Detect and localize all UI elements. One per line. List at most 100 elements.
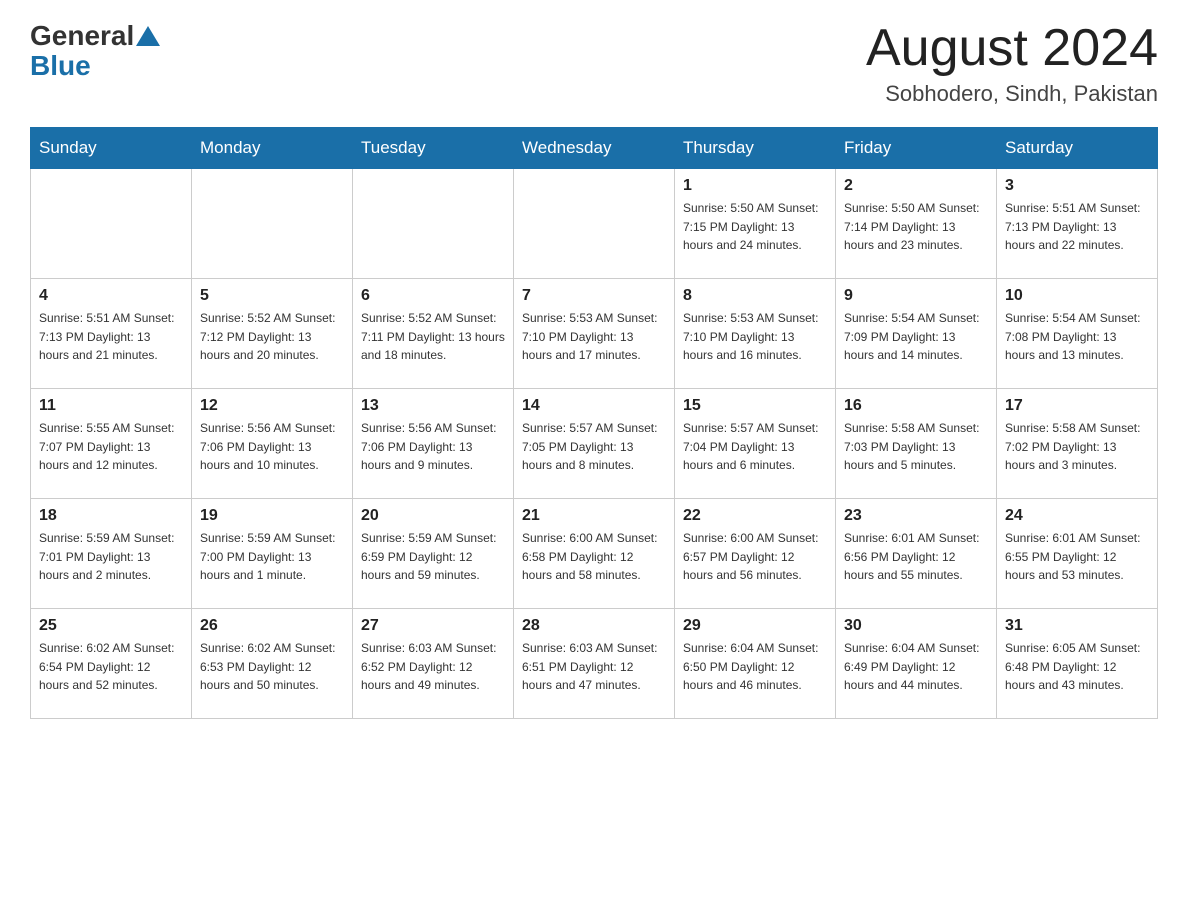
calendar-week-row: 18 Sunrise: 5:59 AM Sunset: 7:01 PM Dayli… — [31, 499, 1158, 609]
month-title: August 2024 — [866, 20, 1158, 77]
calendar-cell: 11 Sunrise: 5:55 AM Sunset: 7:07 PM Dayli… — [31, 389, 192, 499]
day-of-week-header: Tuesday — [353, 128, 514, 169]
calendar-cell: 1Sunrise: 5:50 AM Sunset: 7:15 PM Daylig… — [675, 169, 836, 279]
calendar-cell: 7 Sunrise: 5:53 AM Sunset: 7:10 PM Daylig… — [514, 279, 675, 389]
calendar-cell: 4 Sunrise: 5:51 AM Sunset: 7:13 PM Daylig… — [31, 279, 192, 389]
day-number: 4 — [39, 287, 183, 305]
calendar-cell: 9Sunrise: 5:54 AM Sunset: 7:09 PM Daylig… — [836, 279, 997, 389]
day-of-week-header: Monday — [192, 128, 353, 169]
day-number: 16 — [844, 397, 988, 415]
day-of-week-header: Sunday — [31, 128, 192, 169]
calendar-week-row: 25 Sunrise: 6:02 AM Sunset: 6:54 PM Dayli… — [31, 609, 1158, 719]
calendar-cell: 8Sunrise: 5:53 AM Sunset: 7:10 PM Daylig… — [675, 279, 836, 389]
day-info: Sunrise: 6:00 AM Sunset: 6:57 PM Dayligh… — [683, 529, 827, 585]
day-info: Sunrise: 5:57 AM Sunset: 7:05 PM Dayligh… — [522, 419, 666, 475]
calendar-cell: 10 Sunrise: 5:54 AM Sunset: 7:08 PM Dayli… — [997, 279, 1158, 389]
day-info: Sunrise: 5:56 AM Sunset: 7:06 PM Dayligh… — [361, 419, 505, 475]
day-info: Sunrise: 5:58 AM Sunset: 7:03 PM Dayligh… — [844, 419, 988, 475]
day-info: Sunrise: 5:51 AM Sunset: 7:13 PM Dayligh… — [39, 309, 183, 365]
day-number: 25 — [39, 617, 183, 635]
day-number: 6 — [361, 287, 505, 305]
calendar-cell: 27 Sunrise: 6:03 AM Sunset: 6:52 PM Dayli… — [353, 609, 514, 719]
calendar-cell — [514, 169, 675, 279]
calendar-cell: 17 Sunrise: 5:58 AM Sunset: 7:02 PM Dayli… — [997, 389, 1158, 499]
logo-blue-text: Blue — [30, 50, 91, 82]
calendar-table: SundayMondayTuesdayWednesdayThursdayFrid… — [30, 127, 1158, 719]
day-number: 1 — [683, 177, 827, 195]
calendar-cell: 29 Sunrise: 6:04 AM Sunset: 6:50 PM Dayli… — [675, 609, 836, 719]
calendar-cell: 21Sunrise: 6:00 AM Sunset: 6:58 PM Dayli… — [514, 499, 675, 609]
day-info: Sunrise: 6:01 AM Sunset: 6:56 PM Dayligh… — [844, 529, 988, 585]
day-number: 8 — [683, 287, 827, 305]
title-block: August 2024 Sobhodero, Sindh, Pakistan — [866, 20, 1158, 107]
day-info: Sunrise: 5:58 AM Sunset: 7:02 PM Dayligh… — [1005, 419, 1149, 475]
calendar-cell: 15 Sunrise: 5:57 AM Sunset: 7:04 PM Dayli… — [675, 389, 836, 499]
calendar-cell: 23 Sunrise: 6:01 AM Sunset: 6:56 PM Dayli… — [836, 499, 997, 609]
day-of-week-header: Thursday — [675, 128, 836, 169]
day-number: 14 — [522, 397, 666, 415]
day-info: Sunrise: 6:00 AM Sunset: 6:58 PM Dayligh… — [522, 529, 666, 585]
day-info: Sunrise: 5:51 AM Sunset: 7:13 PM Dayligh… — [1005, 199, 1149, 255]
day-info: Sunrise: 6:03 AM Sunset: 6:51 PM Dayligh… — [522, 639, 666, 695]
day-number: 18 — [39, 507, 183, 525]
header-row: SundayMondayTuesdayWednesdayThursdayFrid… — [31, 128, 1158, 169]
calendar-cell: 16 Sunrise: 5:58 AM Sunset: 7:03 PM Dayli… — [836, 389, 997, 499]
day-of-week-header: Friday — [836, 128, 997, 169]
day-number: 2 — [844, 177, 988, 195]
day-number: 3 — [1005, 177, 1149, 195]
calendar-cell: 22 Sunrise: 6:00 AM Sunset: 6:57 PM Dayli… — [675, 499, 836, 609]
day-info: Sunrise: 5:52 AM Sunset: 7:12 PM Dayligh… — [200, 309, 344, 365]
calendar-week-row: 11 Sunrise: 5:55 AM Sunset: 7:07 PM Dayli… — [31, 389, 1158, 499]
day-number: 20 — [361, 507, 505, 525]
calendar-week-row: 4 Sunrise: 5:51 AM Sunset: 7:13 PM Daylig… — [31, 279, 1158, 389]
calendar-cell: 19Sunrise: 5:59 AM Sunset: 7:00 PM Dayli… — [192, 499, 353, 609]
day-info: Sunrise: 5:55 AM Sunset: 7:07 PM Dayligh… — [39, 419, 183, 475]
day-number: 27 — [361, 617, 505, 635]
calendar-cell: 3 Sunrise: 5:51 AM Sunset: 7:13 PM Daylig… — [997, 169, 1158, 279]
calendar-cell — [31, 169, 192, 279]
calendar-cell: 14 Sunrise: 5:57 AM Sunset: 7:05 PM Dayli… — [514, 389, 675, 499]
day-info: Sunrise: 5:56 AM Sunset: 7:06 PM Dayligh… — [200, 419, 344, 475]
day-number: 24 — [1005, 507, 1149, 525]
calendar-cell: 24Sunrise: 6:01 AM Sunset: 6:55 PM Dayli… — [997, 499, 1158, 609]
calendar-cell: 30Sunrise: 6:04 AM Sunset: 6:49 PM Dayli… — [836, 609, 997, 719]
day-number: 22 — [683, 507, 827, 525]
day-info: Sunrise: 6:04 AM Sunset: 6:50 PM Dayligh… — [683, 639, 827, 695]
calendar-cell: 18 Sunrise: 5:59 AM Sunset: 7:01 PM Dayli… — [31, 499, 192, 609]
day-info: Sunrise: 6:03 AM Sunset: 6:52 PM Dayligh… — [361, 639, 505, 695]
day-info: Sunrise: 5:54 AM Sunset: 7:08 PM Dayligh… — [1005, 309, 1149, 365]
location-text: Sobhodero, Sindh, Pakistan — [866, 81, 1158, 107]
day-number: 31 — [1005, 617, 1149, 635]
day-info: Sunrise: 5:50 AM Sunset: 7:14 PM Dayligh… — [844, 199, 988, 255]
day-info: Sunrise: 6:02 AM Sunset: 6:54 PM Dayligh… — [39, 639, 183, 695]
day-info: Sunrise: 5:52 AM Sunset: 7:11 PM Dayligh… — [361, 309, 505, 365]
day-number: 11 — [39, 397, 183, 415]
logo-general-text: General — [30, 20, 134, 52]
day-number: 17 — [1005, 397, 1149, 415]
page-header: General Blue August 2024 Sobhodero, Sind… — [30, 20, 1158, 107]
day-number: 10 — [1005, 287, 1149, 305]
calendar-cell: 20 Sunrise: 5:59 AM Sunset: 6:59 PM Dayli… — [353, 499, 514, 609]
day-number: 9 — [844, 287, 988, 305]
day-number: 26 — [200, 617, 344, 635]
day-number: 15 — [683, 397, 827, 415]
calendar-cell: 12 Sunrise: 5:56 AM Sunset: 7:06 PM Dayli… — [192, 389, 353, 499]
day-number: 5 — [200, 287, 344, 305]
calendar-cell: 31Sunrise: 6:05 AM Sunset: 6:48 PM Dayli… — [997, 609, 1158, 719]
calendar-cell: 13Sunrise: 5:56 AM Sunset: 7:06 PM Dayli… — [353, 389, 514, 499]
day-number: 19 — [200, 507, 344, 525]
day-number: 29 — [683, 617, 827, 635]
calendar-cell — [192, 169, 353, 279]
day-info: Sunrise: 5:57 AM Sunset: 7:04 PM Dayligh… — [683, 419, 827, 475]
day-info: Sunrise: 6:02 AM Sunset: 6:53 PM Dayligh… — [200, 639, 344, 695]
day-number: 23 — [844, 507, 988, 525]
day-number: 7 — [522, 287, 666, 305]
day-of-week-header: Saturday — [997, 128, 1158, 169]
day-info: Sunrise: 5:59 AM Sunset: 6:59 PM Dayligh… — [361, 529, 505, 585]
day-number: 12 — [200, 397, 344, 415]
day-info: Sunrise: 5:53 AM Sunset: 7:10 PM Dayligh… — [522, 309, 666, 365]
day-number: 30 — [844, 617, 988, 635]
calendar-cell: 5 Sunrise: 5:52 AM Sunset: 7:12 PM Daylig… — [192, 279, 353, 389]
day-info: Sunrise: 5:59 AM Sunset: 7:01 PM Dayligh… — [39, 529, 183, 585]
logo: General Blue — [30, 20, 162, 82]
